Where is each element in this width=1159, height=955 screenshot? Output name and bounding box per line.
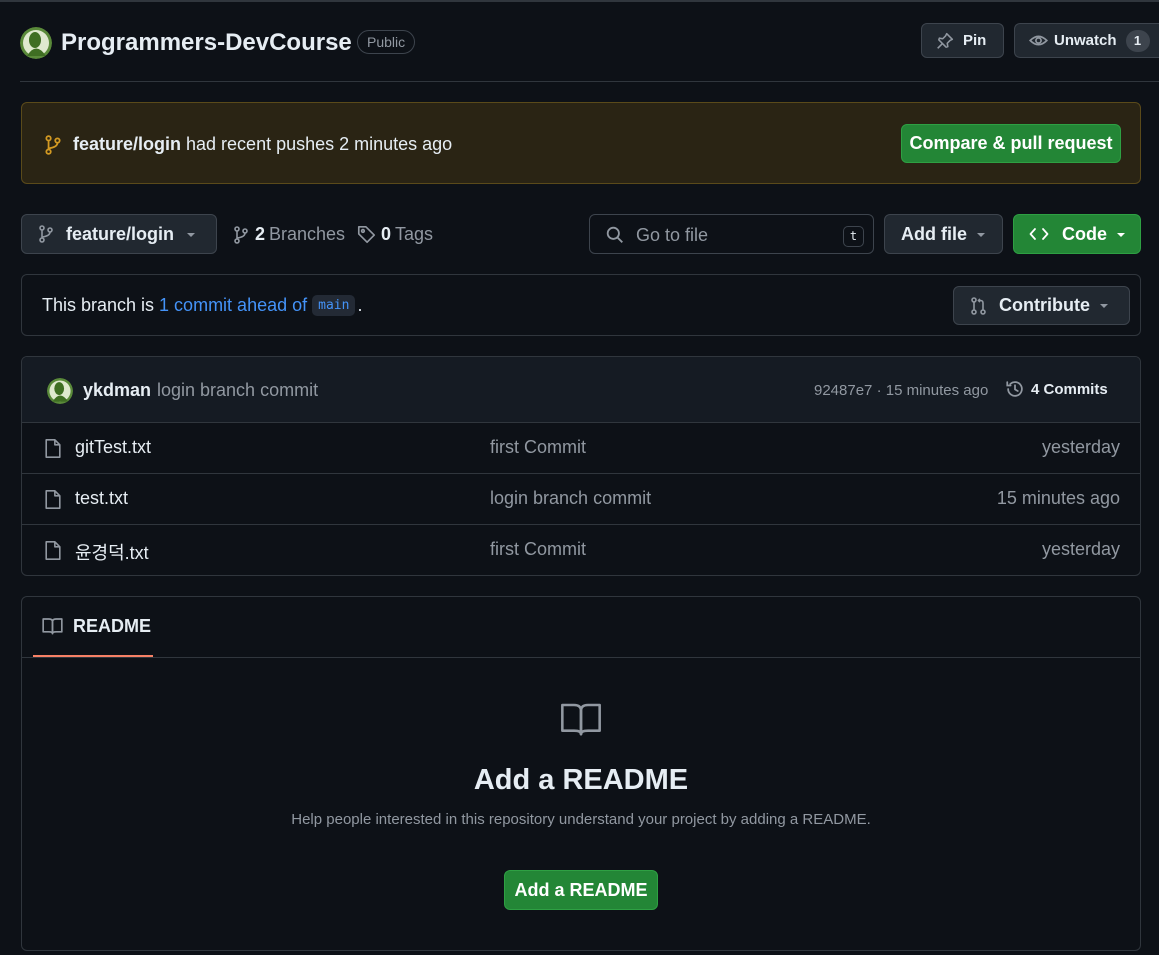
pin-button[interactable]: Pin [921,23,1004,58]
go-to-file-placeholder: Go to file [636,225,709,245]
file-name-link[interactable]: test.txt [75,488,128,509]
code-icon [1029,228,1049,240]
caret-down-icon [1100,304,1108,308]
contribute-label: Contribute [999,295,1090,315]
commit-message-link[interactable]: login branch commit [157,380,318,401]
header-divider [20,81,1159,82]
caret-down-icon [977,233,985,237]
commits-count-label: 4 Commits [1031,380,1108,398]
tab-readme[interactable]: README [33,597,153,657]
avatar[interactable] [47,378,73,404]
branch-icon [45,135,61,155]
code-label: Code [1062,223,1107,244]
table-row: 윤경덕.txt first Commit yesterday [22,525,1140,575]
repo-header: Programmers-DevCourse Public Pin Unwatch… [20,23,1159,64]
file-icon [45,439,61,458]
search-icon [606,226,623,243]
branches-link[interactable]: 2 Branches [233,224,345,245]
commits-ahead-link[interactable]: 1 commit ahead of [159,295,307,316]
code-button[interactable]: Code [1013,214,1141,254]
readme-empty-heading: Add a README [473,764,689,796]
eye-icon [1029,35,1048,46]
recent-push-banner: feature/login had recent pushes 2 minute… [21,102,1141,184]
repo-owner-avatar[interactable] [20,27,52,59]
branch-comparison-text: This branch is 1 commit ahead of main. [42,295,362,316]
comparison-suffix: . [357,295,363,315]
tags-count: 0 [381,224,392,244]
tag-icon [357,225,376,244]
pushed-branch-name[interactable]: feature/login [73,134,181,154]
file-commit-time: yesterday [1041,437,1120,457]
table-row: test.txt login branch commit 15 minutes … [22,474,1140,525]
book-icon [42,618,63,635]
visibility-badge: Public [357,30,416,54]
caret-down-icon [187,233,195,237]
file-commit-time: 15 minutes ago [996,488,1120,508]
book-icon [561,703,601,736]
file-name-link[interactable]: 윤경덕.txt [75,539,149,565]
add-readme-button[interactable]: Add a README [504,870,658,910]
keyboard-shortcut-hint: t [843,226,864,247]
file-name-link[interactable]: gitTest.txt [75,437,151,458]
unwatch-label: Unwatch [1054,32,1117,49]
caret-down-icon [1117,233,1125,237]
history-icon [1006,381,1023,397]
branch-select-button[interactable]: feature/login [21,214,217,254]
push-message-text: had recent pushes 2 minutes ago [181,134,453,154]
tags-label: Tags [395,224,434,244]
file-table: ykdman login branch commit 92487e7 · 15 … [21,356,1141,576]
repo-name-link[interactable]: Programmers-DevCourse [61,29,352,57]
branch-icon [234,225,248,244]
comparison-prefix: This branch is [42,295,160,315]
push-message: feature/login had recent pushes 2 minute… [73,134,452,155]
contribute-button[interactable]: Contribute [953,286,1130,325]
readme-divider [22,657,1140,658]
file-commit-message[interactable]: login branch commit [490,488,651,509]
table-row: gitTest.txt first Commit yesterday [22,423,1140,474]
commit-sha-time[interactable]: 92487e7 · 15 minutes ago [814,382,988,399]
latest-commit-row: ykdman login branch commit 92487e7 · 15 … [22,357,1140,423]
branches-label: Branches [269,224,346,244]
add-file-button[interactable]: Add file [884,214,1003,254]
file-commit-message[interactable]: first Commit [490,539,586,560]
current-branch-label: feature/login [66,223,175,244]
branch-comparison-bar: This branch is 1 commit ahead of main. Co… [21,274,1141,336]
pin-label: Pin [963,32,987,49]
go-to-file-input[interactable]: Go to file t [589,214,874,254]
commits-history-link[interactable]: 4 Commits [1005,379,1108,399]
commit-author-link[interactable]: ykdman [83,380,151,401]
watch-count: 1 [1125,29,1150,52]
compare-pull-request-button[interactable]: Compare & pull request [901,124,1121,163]
readme-tab-label: README [73,615,152,636]
file-commit-time: yesterday [1041,539,1120,559]
pull-request-icon [971,296,986,315]
tags-link[interactable]: 0 Tags [357,224,433,245]
add-file-label: Add file [901,223,967,244]
top-border [0,0,1159,2]
unwatch-button[interactable]: Unwatch 1 [1014,23,1159,58]
base-branch-chip[interactable]: main [312,295,356,316]
file-commit-message[interactable]: first Commit [490,437,586,458]
readme-empty-description: Help people interested in this repositor… [291,811,871,828]
file-icon [45,541,61,560]
branches-count: 2 [255,224,266,244]
branch-icon [39,225,53,243]
file-icon [45,490,61,509]
pin-icon [937,32,954,49]
readme-panel: README Add a README Help people interest… [21,596,1141,951]
